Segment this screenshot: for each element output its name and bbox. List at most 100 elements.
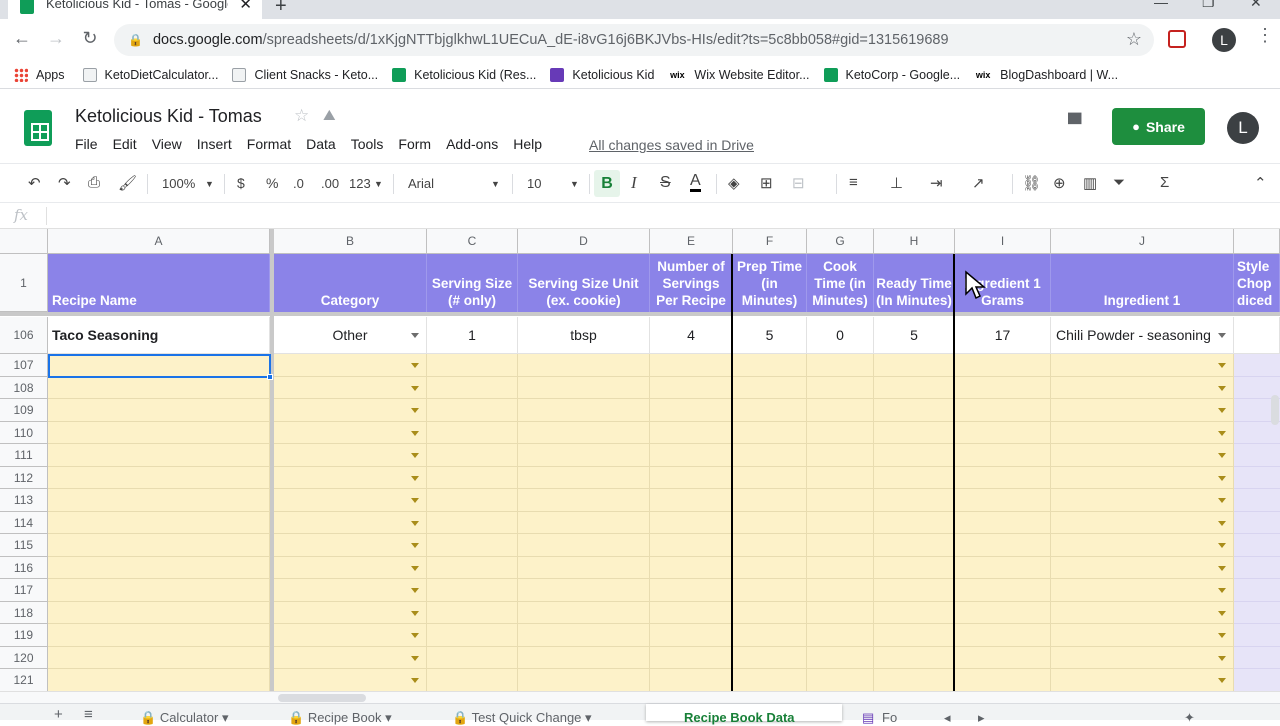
input-cell[interactable] [427, 399, 518, 422]
decrease-decimal-button[interactable]: .0 [293, 176, 304, 191]
star-icon[interactable]: ☆ [294, 106, 309, 126]
column-header[interactable]: G [807, 229, 874, 254]
row-header[interactable]: 117 [0, 579, 48, 602]
column-header[interactable]: C [427, 229, 518, 254]
input-cell[interactable] [274, 624, 427, 647]
input-cell[interactable] [518, 354, 650, 377]
column-title-cell[interactable]: Ready Time (In Minutes) [874, 254, 955, 312]
more-formats-button[interactable]: 123 [349, 176, 371, 191]
column-header[interactable]: I [955, 229, 1051, 254]
input-cell[interactable] [518, 444, 650, 467]
chevron-down-icon[interactable]: ▾ [218, 710, 229, 725]
vertical-scroll-thumb[interactable] [1271, 395, 1279, 425]
input-cell[interactable] [48, 669, 270, 691]
filter-icon[interactable]: ⏷ [1113, 174, 1125, 191]
input-cell[interactable] [48, 601, 270, 624]
input-cell[interactable] [1234, 534, 1280, 557]
chevron-down-icon[interactable]: ▾ [581, 710, 592, 725]
input-cell[interactable] [733, 489, 807, 512]
input-cell[interactable] [1051, 466, 1234, 489]
column-title-cell[interactable]: Category [274, 254, 427, 312]
input-cell[interactable] [518, 601, 650, 624]
row-header[interactable]: 116 [0, 556, 48, 579]
input-cell[interactable] [955, 534, 1051, 557]
column-header[interactable]: E [650, 229, 733, 254]
input-cell[interactable] [274, 669, 427, 691]
input-cell[interactable] [518, 399, 650, 422]
chevron-down-icon[interactable] [411, 565, 419, 571]
input-cell[interactable] [274, 579, 427, 602]
menu-edit[interactable]: Edit [113, 136, 137, 152]
undo-icon[interactable]: ↶ [28, 174, 41, 192]
input-cell[interactable] [1234, 669, 1280, 691]
input-cell[interactable] [1051, 489, 1234, 512]
input-cell[interactable] [1234, 646, 1280, 669]
save-status[interactable]: All changes saved in Drive [589, 137, 754, 153]
input-cell[interactable] [955, 669, 1051, 691]
input-cell[interactable] [1051, 601, 1234, 624]
input-cell[interactable] [48, 489, 270, 512]
chevron-down-icon[interactable] [1218, 678, 1226, 683]
input-cell[interactable] [427, 489, 518, 512]
input-cell[interactable] [874, 444, 955, 467]
input-cell[interactable] [1234, 354, 1280, 377]
table-cell[interactable]: 5 [733, 317, 807, 354]
input-cell[interactable] [874, 624, 955, 647]
frozen-row-divider[interactable] [0, 312, 1280, 316]
input-cell[interactable] [427, 534, 518, 557]
input-cell[interactable] [427, 466, 518, 489]
browser-menu-icon[interactable]: ⋮ [1256, 25, 1274, 46]
input-cell[interactable] [518, 466, 650, 489]
input-cell[interactable] [807, 489, 874, 512]
column-header[interactable]: D [518, 229, 650, 254]
chevron-down-icon[interactable] [1218, 588, 1226, 593]
column-header[interactable]: B [274, 229, 427, 254]
row-header[interactable]: 110 [0, 421, 48, 444]
input-cell[interactable] [955, 466, 1051, 489]
input-cell[interactable] [650, 421, 733, 444]
extension-icon[interactable] [1168, 30, 1186, 48]
input-cell[interactable] [733, 399, 807, 422]
input-cell[interactable] [874, 421, 955, 444]
input-cell[interactable] [650, 556, 733, 579]
table-cell[interactable] [1234, 317, 1280, 354]
chevron-down-icon[interactable]: ▾ [382, 710, 392, 725]
input-cell[interactable] [807, 511, 874, 534]
text-rotation-icon[interactable]: ↗ [972, 174, 985, 192]
selected-cell[interactable] [48, 354, 271, 378]
input-cell[interactable] [650, 511, 733, 534]
italic-button[interactable]: I [631, 173, 637, 193]
chevron-down-icon[interactable]: ▼ [570, 179, 579, 189]
table-cell[interactable]: tbsp [518, 317, 650, 354]
input-cell[interactable] [955, 511, 1051, 534]
chevron-down-icon[interactable] [1218, 475, 1226, 481]
input-cell[interactable] [955, 354, 1051, 377]
input-cell[interactable] [733, 556, 807, 579]
input-cell[interactable] [955, 489, 1051, 512]
paint-format-icon[interactable]: 🖌 [118, 174, 137, 192]
input-cell[interactable] [733, 646, 807, 669]
input-cell[interactable] [518, 624, 650, 647]
input-cell[interactable] [874, 556, 955, 579]
text-wrapping-icon[interactable]: ⇥ [930, 174, 943, 192]
input-cell[interactable] [1051, 579, 1234, 602]
vertical-align-icon[interactable]: ⊥ [890, 174, 903, 192]
input-cell[interactable] [48, 579, 270, 602]
horizontal-scrollbar[interactable] [0, 691, 1280, 703]
chevron-down-icon[interactable] [411, 610, 419, 616]
input-cell[interactable] [1051, 624, 1234, 647]
input-cell[interactable] [733, 511, 807, 534]
input-cell[interactable] [1051, 354, 1234, 377]
table-cell[interactable]: 1 [427, 317, 518, 354]
browser-profile-avatar[interactable]: L [1212, 28, 1236, 52]
input-cell[interactable] [955, 444, 1051, 467]
input-cell[interactable] [807, 556, 874, 579]
sheet-tab[interactable]: 🔒 Recipe Book ▾ [288, 710, 392, 726]
all-sheets-button[interactable]: ≡ [84, 706, 93, 723]
bookmark-item[interactable]: KetoDietCalculator... [82, 67, 218, 82]
new-tab-button[interactable]: + [275, 0, 287, 18]
zoom-select[interactable]: 100% [162, 176, 195, 191]
input-cell[interactable] [733, 669, 807, 691]
input-cell[interactable] [650, 354, 733, 377]
input-cell[interactable] [274, 399, 427, 422]
